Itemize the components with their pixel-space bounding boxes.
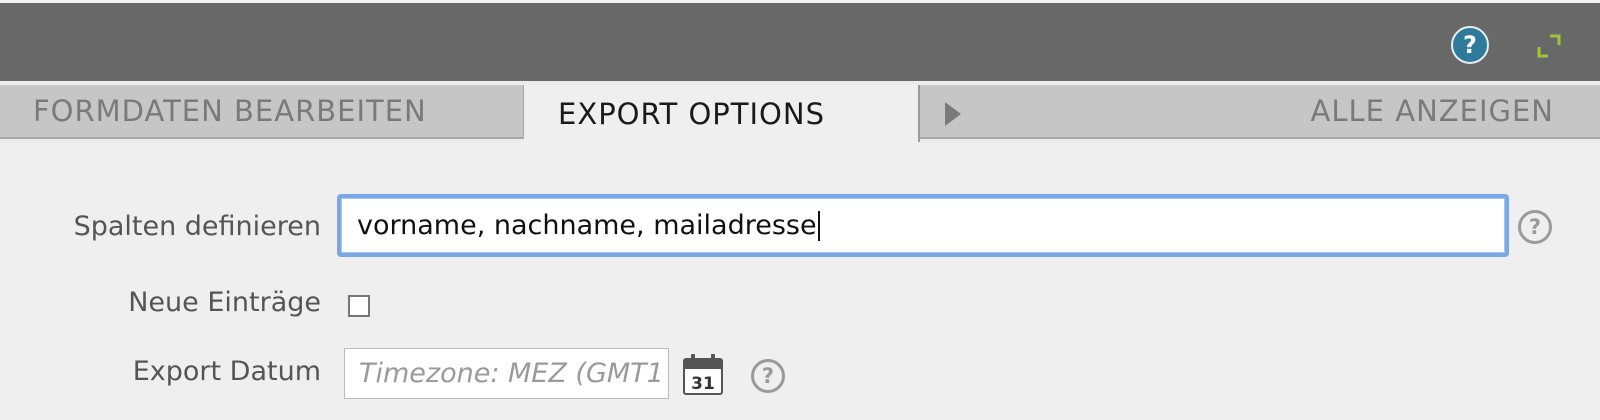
tab-formdaten-bearbeiten[interactable]: FORMDATEN BEARBEITEN (0, 85, 524, 139)
help-icon[interactable]: ? (1451, 26, 1489, 64)
columns-input[interactable]: vorname, nachname, mailadresse (337, 194, 1509, 257)
calendar-day-text: 31 (691, 374, 715, 394)
export-date-help-icon[interactable]: ? (751, 359, 785, 393)
text-caret (817, 210, 820, 241)
help-glyph: ? (1528, 215, 1542, 239)
tab-bar: FORMDATEN BEARBEITEN EXPORT OPTIONS ALLE… (0, 81, 1600, 142)
export-options-form: Spalten definieren vorname, nachname, ma… (0, 142, 1600, 420)
tab-arrow-right-icon[interactable] (945, 102, 961, 126)
tab-export-label: EXPORT OPTIONS (558, 96, 825, 131)
help-glyph: ? (761, 364, 775, 388)
columns-label: Spalten definieren (73, 211, 321, 242)
tab-all-label: ALLE ANZEIGEN (1310, 94, 1554, 128)
calendar-icon[interactable]: 31 (680, 352, 726, 398)
new-entries-label: Neue Einträge (128, 287, 321, 318)
export-date-placeholder: Timezone: MEZ (GMT1 (359, 358, 664, 389)
export-date-label: Export Datum (132, 356, 321, 387)
export-date-input[interactable]: Timezone: MEZ (GMT1 (344, 348, 669, 399)
help-glyph: ? (1463, 31, 1477, 59)
tab-export-options[interactable]: EXPORT OPTIONS (524, 85, 920, 142)
top-bar: ? (0, 0, 1600, 81)
fullscreen-icon[interactable] (1537, 34, 1561, 58)
tab-edit-label: FORMDATEN BEARBEITEN (33, 94, 427, 128)
tab-alle-anzeigen[interactable]: ALLE ANZEIGEN (920, 85, 1600, 139)
new-entries-checkbox[interactable] (348, 295, 370, 317)
columns-help-icon[interactable]: ? (1518, 210, 1552, 244)
columns-input-value: vorname, nachname, mailadresse (357, 210, 817, 241)
